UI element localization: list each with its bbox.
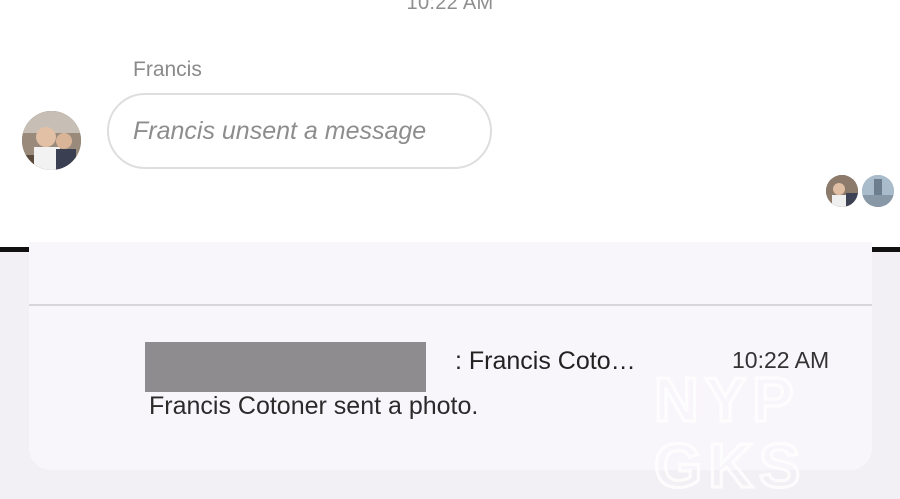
message-timestamp: 10:22 AM (406, 0, 494, 14)
notification-body: Francis Cotoner sent a photo. (149, 392, 479, 420)
card-divider (29, 304, 872, 306)
notification-title: : Francis Coto… (455, 347, 636, 375)
redacted-sender (145, 342, 426, 392)
notification-shade: : Francis Coto… 10:22 AM Francis Cotoner… (0, 242, 900, 499)
unsent-message-bubble[interactable]: Francis unsent a message (107, 93, 492, 169)
read-receipt-avatar-icon (826, 175, 858, 207)
notification-time: 10:22 AM (732, 347, 830, 373)
read-receipt-avatar (862, 175, 894, 207)
sender-avatar[interactable] (22, 111, 81, 170)
read-receipt-avatar-icon (862, 175, 894, 207)
read-receipt-avatar (826, 175, 858, 207)
message-text: Francis unsent a message (133, 116, 427, 145)
notification-card[interactable]: : Francis Coto… 10:22 AM Francis Cotoner… (29, 242, 872, 470)
chat-thread: 10:22 AM Francis Francis unsent a messag… (0, 0, 900, 247)
sender-name: Francis (133, 58, 202, 81)
user-avatar-icon (22, 111, 81, 170)
